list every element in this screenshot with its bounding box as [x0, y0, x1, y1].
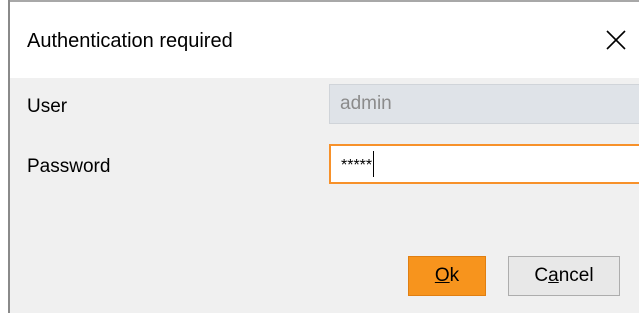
password-field-value: *****	[341, 157, 373, 174]
dialog-body: User admin Password ***** Ok Cancel	[10, 78, 639, 313]
cancel-button[interactable]: Cancel	[508, 256, 620, 296]
user-field-value: admin	[340, 93, 392, 114]
user-field: admin	[329, 84, 639, 124]
cancel-button-mnemonic: a	[548, 265, 559, 286]
auth-dialog: Authentication required User admin Passw…	[0, 0, 639, 313]
close-icon	[600, 24, 632, 56]
ok-button[interactable]: Ok	[408, 256, 486, 296]
text-caret	[373, 151, 375, 177]
ok-button-label-rest: k	[449, 265, 460, 286]
dialog-titlebar[interactable]: Authentication required	[10, 2, 639, 78]
dialog-title: Authentication required	[27, 30, 233, 52]
close-button[interactable]	[600, 24, 632, 56]
cancel-button-label-pre: C	[534, 265, 549, 286]
ok-button-mnemonic: O	[434, 265, 450, 286]
password-label: Password	[27, 156, 111, 177]
password-field[interactable]: *****	[329, 144, 639, 184]
cancel-button-label-rest: ncel	[558, 265, 594, 286]
user-label: User	[27, 96, 68, 117]
